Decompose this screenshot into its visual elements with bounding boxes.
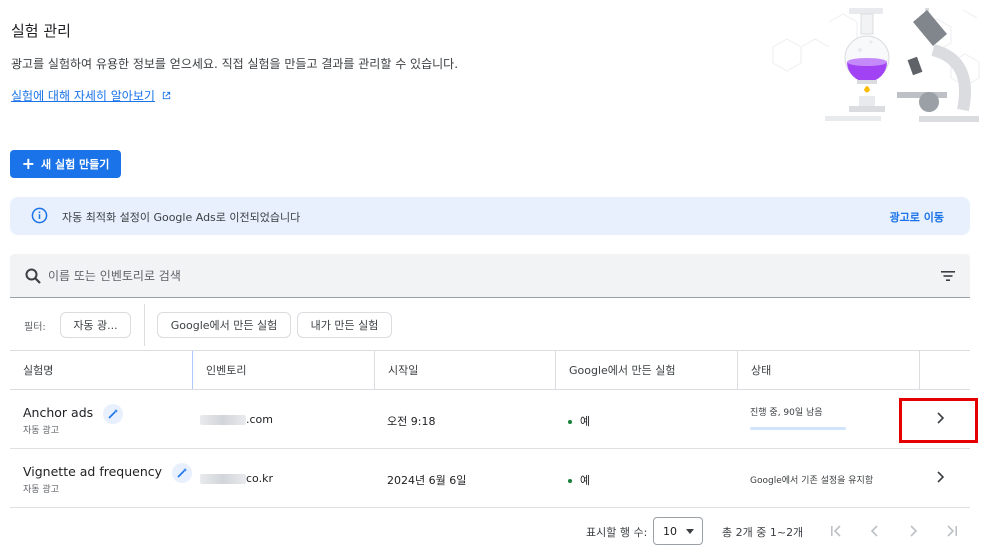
- status-dot: [568, 479, 572, 483]
- page-description: 광고를 실험하여 유용한 정보를 얻으세요. 직접 실험을 만들고 결과를 관리…: [11, 57, 459, 71]
- status-text: Google에서 기존 설정을 유지함: [750, 476, 874, 486]
- progress-bar: [750, 427, 846, 430]
- magic-wand-icon: [171, 463, 192, 483]
- dropdown-arrow-icon: [686, 529, 694, 534]
- filter-chip-auto-ads[interactable]: 자동 광...: [60, 312, 131, 338]
- page-range: 총 2개 중 1~2개: [722, 526, 804, 539]
- create-experiment-button[interactable]: + 새 실험 만들기: [10, 150, 121, 178]
- column-header-actions: [919, 351, 970, 389]
- filter-chip-google-created[interactable]: Google에서 만든 실험: [157, 312, 291, 338]
- rows-per-page-value: 10: [663, 524, 677, 538]
- column-header-inventory[interactable]: 인벤토리: [192, 351, 374, 389]
- next-page-icon[interactable]: [904, 522, 922, 540]
- table-header: 실험명 인벤토리 시작일 Google에서 만든 실험 상태: [10, 350, 970, 390]
- experiment-name[interactable]: Anchor ads: [23, 405, 93, 420]
- open-in-new-icon: [162, 91, 171, 100]
- status-text: 진행 중, 90일 남음: [750, 408, 823, 418]
- first-page-icon[interactable]: [827, 522, 845, 540]
- experiment-type: 자동 광고: [23, 485, 59, 495]
- filter-chip-my-experiments[interactable]: 내가 만든 실험: [297, 312, 392, 338]
- inventory-domain: .com: [246, 413, 273, 426]
- learn-more-label: 실험에 대해 자세히 알아보기: [11, 89, 155, 103]
- search-bar: [10, 254, 970, 298]
- experiment-type: 자동 광고: [23, 426, 59, 436]
- info-icon: [31, 207, 48, 224]
- column-header-google-created[interactable]: Google에서 만든 실험: [555, 351, 737, 389]
- inventory-domain: co.kr: [246, 472, 273, 485]
- redacted-inventory: [200, 474, 246, 484]
- search-input[interactable]: [48, 265, 448, 287]
- experiments-table: 실험명 인벤토리 시작일 Google에서 만든 실험 상태 Anchor ad…: [10, 350, 970, 508]
- filter-list-icon[interactable]: [940, 268, 956, 284]
- highlight-annotation-box: [899, 398, 978, 443]
- start-date: 오전 9:18: [387, 415, 436, 428]
- google-created-value: 예: [580, 474, 591, 487]
- status-dot: [568, 420, 572, 424]
- column-header-status[interactable]: 상태: [737, 351, 919, 389]
- filter-row: 필터: 자동 광... Google에서 만든 실험 내가 만든 실험: [10, 304, 970, 346]
- redacted-inventory: [200, 415, 246, 425]
- column-header-start-date[interactable]: 시작일: [374, 351, 555, 389]
- lab-illustration: [772, 8, 980, 122]
- magic-wand-icon: [102, 404, 123, 424]
- table-row[interactable]: Vignette ad frequency 자동 광고 co.kr 2024년 …: [10, 449, 970, 508]
- search-icon: [25, 268, 41, 284]
- plus-icon: +: [21, 154, 35, 173]
- page-title: 실험 관리: [11, 22, 71, 40]
- last-page-icon[interactable]: [943, 522, 961, 540]
- chevron-right-icon[interactable]: [932, 469, 948, 485]
- filter-divider: [144, 304, 145, 346]
- experiment-name[interactable]: Vignette ad frequency: [23, 464, 162, 479]
- table-row[interactable]: Anchor ads 자동 광고 .com 오전 9:18 예 진행 중, 90…: [10, 390, 970, 449]
- notice-text: 자동 최적화 설정이 Google Ads로 이전되었습니다: [62, 211, 301, 224]
- column-header-name[interactable]: 실험명: [10, 351, 192, 389]
- notice-banner: 자동 최적화 설정이 Google Ads로 이전되었습니다 광고로 이동: [10, 197, 970, 235]
- learn-more-link[interactable]: 실험에 대해 자세히 알아보기: [11, 87, 172, 104]
- start-date: 2024년 6월 6일: [387, 474, 467, 487]
- previous-page-icon[interactable]: [866, 522, 884, 540]
- filter-label: 필터:: [24, 322, 46, 333]
- pagination: 표시할 행 수: 10 총 2개 중 1~2개: [10, 514, 970, 548]
- go-to-ads-link[interactable]: 광고로 이동: [890, 209, 944, 225]
- create-experiment-label: 새 실험 만들기: [41, 158, 110, 171]
- rows-per-page-label: 표시할 행 수:: [586, 526, 648, 539]
- google-created-value: 예: [580, 415, 591, 428]
- rows-per-page-select[interactable]: 10: [653, 517, 703, 545]
